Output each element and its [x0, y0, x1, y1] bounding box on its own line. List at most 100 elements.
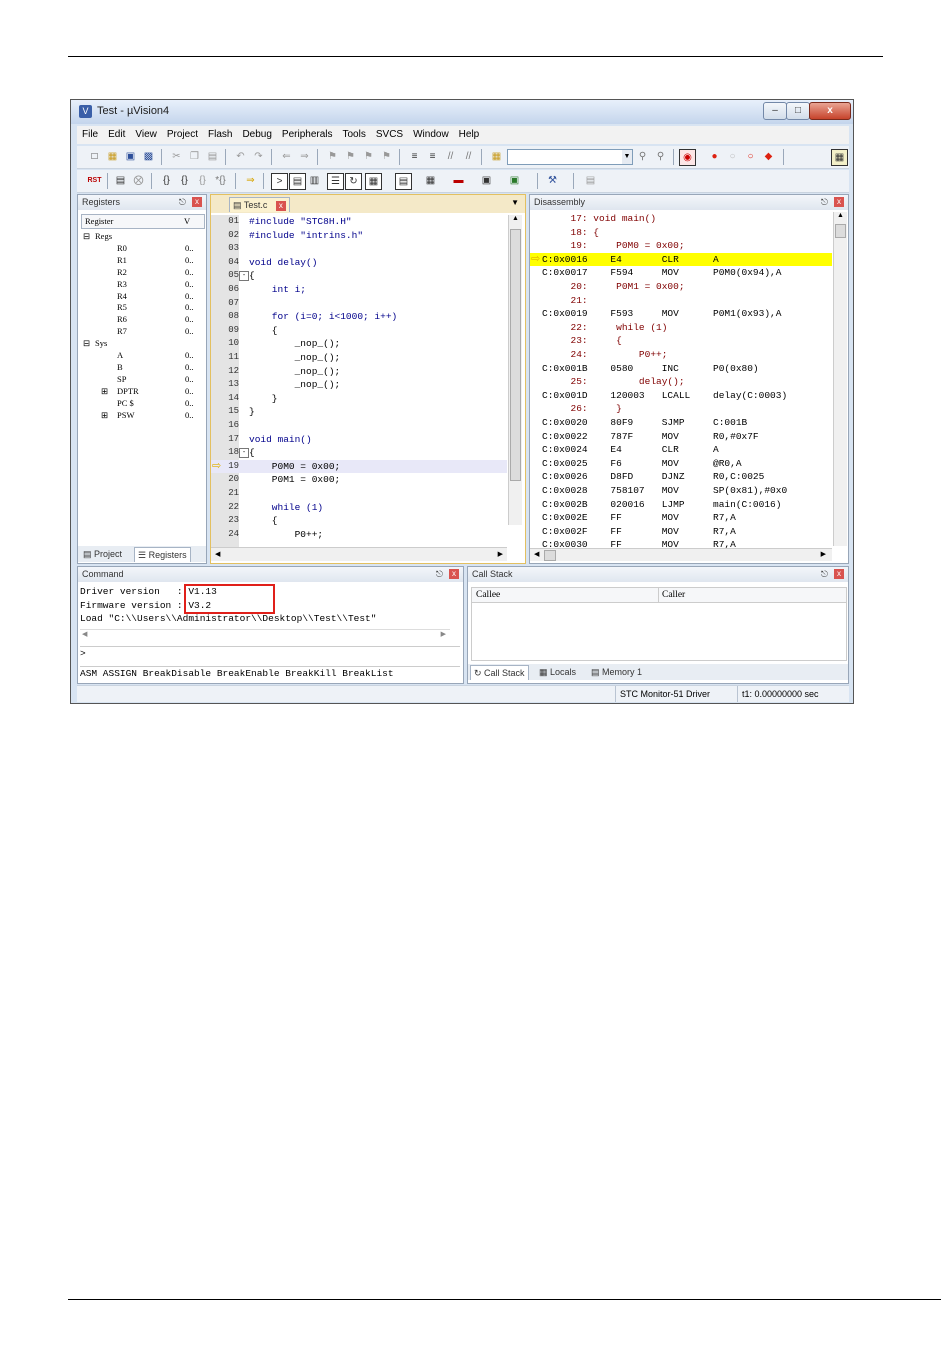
disassembly-window-icon[interactable]: ▤ [289, 173, 306, 190]
disassembly-line[interactable]: C:0x0020 80F9 SJMP C:001B [530, 416, 832, 430]
register-group-label[interactable]: Regs [95, 230, 112, 242]
menu-peripherals[interactable]: Peripherals [277, 126, 338, 144]
menu-edit[interactable]: Edit [103, 126, 130, 144]
scroll-thumb[interactable] [544, 550, 556, 561]
callee-column-header[interactable]: Callee [476, 588, 500, 602]
code-line[interactable]: 23 { [211, 514, 507, 528]
register-value[interactable]: 0.. [185, 349, 194, 361]
tab-registers[interactable]: ☰ Registers [134, 547, 191, 562]
code-line[interactable]: 17 void main() [211, 433, 507, 447]
register-value[interactable]: 0.. [185, 325, 194, 337]
code-line[interactable]: 06 int i; [211, 283, 507, 297]
breakpoint-insert-icon[interactable]: ● [707, 149, 722, 164]
register-value[interactable]: 0.. [185, 313, 194, 325]
stop-icon[interactable]: ⨂ [131, 173, 146, 188]
register-column-header[interactable]: Register [85, 215, 113, 227]
collapse-icon[interactable]: ⊟ [83, 230, 90, 242]
pin-icon[interactable]: ⎋ [821, 195, 828, 210]
system-viewer-icon[interactable]: ▣ [507, 173, 522, 188]
analysis-window-icon[interactable]: ▬ [451, 173, 466, 188]
toolbox-icon[interactable]: ⚒ [545, 173, 560, 188]
menu-file[interactable]: File [77, 126, 103, 144]
breakpoint-disable-all-icon[interactable]: ○ [743, 149, 758, 164]
code-area[interactable]: 01 #include "STC8H.H" 02 #include "intrins.… [211, 215, 507, 547]
register-value[interactable]: 0.. [185, 254, 194, 266]
find-in-files-icon[interactable]: ▦ [489, 149, 504, 164]
register-group-label[interactable]: Sys [95, 337, 107, 349]
window-layout-icon[interactable]: ▦ [831, 149, 848, 166]
scroll-right-icon[interactable]: ▶ [821, 549, 826, 561]
undo-icon[interactable]: ↶ [233, 149, 248, 164]
register-value[interactable]: 0.. [185, 409, 194, 421]
disassembly-line[interactable]: C:0x002B 020016 LJMP main(C:0016) [530, 498, 832, 512]
open-folder-icon[interactable]: ▦ [105, 149, 120, 164]
disassembly-line[interactable]: C:0x0022 787F MOV R0,#0x7F [530, 430, 832, 444]
register-name[interactable]: R4 [117, 290, 127, 302]
bookmark-set-icon[interactable]: ⚑ [325, 149, 340, 164]
code-line[interactable]: 22 while (1) [211, 501, 507, 515]
tab-locals[interactable]: ▦ Locals [536, 665, 579, 679]
run-icon[interactable]: ▤ [113, 173, 128, 188]
nav-back-icon[interactable]: ⇐ [279, 149, 294, 164]
disassembly-line[interactable]: C:0x0026 D8FD DJNZ R0,C:0025 [530, 470, 832, 484]
menu-debug[interactable]: Debug [237, 126, 276, 144]
tab-project[interactable]: ▤ Project [80, 547, 125, 561]
title-bar[interactable]: V Test - µVision4 – □ x [71, 100, 853, 124]
disassembly-line[interactable]: 23: { [530, 334, 832, 348]
scroll-right-icon[interactable]: ▶ [498, 548, 503, 561]
value-column-header[interactable]: V [184, 215, 190, 227]
code-line[interactable]: 12 _nop_(); [211, 365, 507, 379]
register-value[interactable]: 0.. [185, 290, 194, 302]
register-name[interactable]: SP [117, 373, 126, 385]
disassembly-line[interactable]: C:0x0017 F594 MOV P0M0(0x94),A [530, 266, 832, 280]
register-name[interactable]: B [117, 361, 123, 373]
caller-column-header[interactable]: Caller [662, 588, 685, 602]
new-file-icon[interactable]: □ [87, 149, 102, 164]
tab-test-c[interactable]: ▤ Test.c x [229, 197, 290, 212]
code-line[interactable]: 13 _nop_(); [211, 378, 507, 392]
register-name[interactable]: PC $ [117, 397, 134, 409]
disassembly-line[interactable]: C:0x0024 E4 CLR A [530, 443, 832, 457]
close-button[interactable]: x [809, 102, 851, 120]
code-line[interactable]: 07 [211, 297, 507, 311]
debug-session-icon[interactable]: ◉ [679, 149, 696, 166]
run-to-cursor-icon[interactable]: *{} [213, 173, 228, 188]
register-value[interactable]: 0.. [185, 301, 194, 313]
step-over-icon[interactable]: {} [177, 173, 192, 188]
code-line[interactable]: 02 #include "intrins.h" [211, 229, 507, 243]
code-line[interactable]: 03 [211, 242, 507, 256]
close-icon[interactable]: x [834, 197, 844, 207]
disassembly-listing[interactable]: 17: void main() 18: { 19: P0M0 = 0x00; C:… [530, 212, 832, 550]
code-line[interactable]: 11 _nop_(); [211, 351, 507, 365]
save-icon[interactable]: ▣ [123, 149, 138, 164]
code-line[interactable]: 01 #include "STC8H.H" [211, 215, 507, 229]
editor-vscrollbar[interactable]: ▲ [508, 215, 522, 525]
disassembly-hscrollbar[interactable]: ◀ ▶ [530, 548, 832, 561]
registers-window-icon[interactable]: ☰ [327, 173, 344, 190]
menu-tools[interactable]: Tools [338, 126, 371, 144]
code-line[interactable]: 20 P0M1 = 0x00; [211, 473, 507, 487]
breakpoint-kill-all-icon[interactable]: ◆ [761, 149, 776, 164]
copy-icon[interactable]: ❐ [187, 149, 202, 164]
watch-window-icon[interactable]: ▦ [365, 173, 382, 190]
collapse-icon[interactable]: ⊟ [83, 337, 90, 349]
register-name[interactable]: R3 [117, 278, 127, 290]
menu-flash[interactable]: Flash [203, 126, 237, 144]
register-value[interactable]: 0.. [185, 373, 194, 385]
code-line[interactable]: 08 for (i=0; i<1000; i++) [211, 310, 507, 324]
call-stack-window-icon[interactable]: ↻ [345, 173, 362, 190]
redo-icon[interactable]: ↷ [251, 149, 266, 164]
bookmark-prev-icon[interactable]: ⚑ [343, 149, 358, 164]
cut-icon[interactable]: ✂ [169, 149, 184, 164]
disassembly-line[interactable]: C:0x002E FF MOV R7,A [530, 511, 832, 525]
debug-restore-views-icon[interactable]: ▤ [583, 173, 598, 188]
disassembly-line[interactable]: 22: while (1) [530, 321, 832, 335]
menu-project[interactable]: Project [162, 126, 203, 144]
indent-icon[interactable]: ≡ [407, 149, 422, 164]
disassembly-line[interactable]: 25: delay(); [530, 375, 832, 389]
scroll-up-icon[interactable]: ▲ [834, 212, 847, 222]
disassembly-line[interactable]: 21: [530, 294, 832, 308]
scroll-left-icon[interactable]: ◀ [82, 630, 87, 638]
register-name[interactable]: A [117, 349, 123, 361]
memory-window-icon[interactable]: ▤ [395, 173, 412, 190]
